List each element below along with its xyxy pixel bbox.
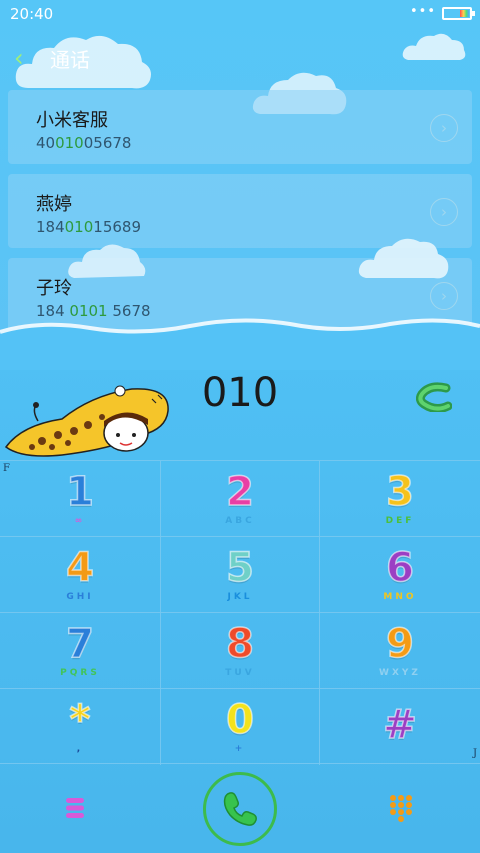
status-time: 20:40 (10, 5, 54, 23)
key-letters: MNO (383, 592, 417, 602)
key-4[interactable]: 4 GHI (0, 537, 160, 613)
key-9[interactable]: 9 WXYZ (320, 613, 480, 689)
phone-screen: 20:40 ••• ‹ 通话 小米客服 4001005678 › 燕婷 1840… (0, 0, 480, 853)
battery-icon (442, 7, 475, 20)
chevron-right-icon[interactable]: › (430, 282, 458, 310)
key-3[interactable]: 3 DEF (320, 461, 480, 537)
keypad-icon[interactable] (389, 794, 413, 822)
key-0[interactable]: 0 + (160, 689, 320, 765)
cloud-decoration (68, 244, 146, 278)
key-1[interactable]: 1 ∞ (0, 461, 160, 537)
key-digit: 7 (65, 621, 94, 667)
key-digit: 4 (65, 545, 94, 591)
key-5[interactable]: 5 JKL (160, 537, 320, 613)
number-match-highlight: 010 (64, 218, 94, 236)
keypad-row: 7 PQRS 8 TUV 9 WXYZ (0, 612, 480, 689)
header: ‹ 通话 (14, 40, 90, 76)
signal-dots: ••• (409, 4, 436, 19)
key-letters: + (234, 744, 246, 754)
keypad-row: * , 0 + # (0, 688, 480, 765)
contact-suggestion-list: 小米客服 4001005678 › 燕婷 18401015689 › 子玲 18… (8, 90, 472, 342)
wave-decoration (0, 318, 480, 370)
contact-number: 18401015689 (36, 218, 141, 236)
key-digit: 6 (385, 545, 414, 591)
key-letters: ABC (225, 516, 255, 526)
key-7[interactable]: 7 PQRS (0, 613, 160, 689)
key-digit: 0 (225, 697, 254, 743)
phone-icon (223, 792, 257, 826)
key-digit: 1 (65, 469, 94, 515)
key-letters: GHI (66, 592, 94, 602)
key-6[interactable]: 6 MNO (320, 537, 480, 613)
contact-name: 燕婷 (36, 194, 72, 215)
key-letters: , (76, 744, 84, 754)
keypad-row: 4 GHI 5 JKL 6 MNO (0, 536, 480, 613)
key-8[interactable]: 8 TUV (160, 613, 320, 689)
dialed-number-display: 010 (201, 370, 279, 416)
cloud-decoration (402, 33, 466, 60)
status-bar: 20:40 ••• (0, 0, 480, 28)
key-letters: JKL (227, 592, 253, 602)
contact-name: 小米客服 (36, 110, 108, 131)
number-match-highlight: 010 (55, 134, 84, 152)
dial-keypad: 1 ∞ 2 ABC 3 DEF 4 GHI 5 JKL 6 MNO 7 PQRS… (0, 460, 480, 765)
key-digit: # (382, 702, 417, 748)
chevron-left-icon[interactable]: ‹ (14, 44, 42, 72)
key-digit: 2 (225, 469, 254, 515)
key-digit: * (69, 697, 91, 743)
menu-icon[interactable] (66, 798, 84, 818)
contact-number: 4001005678 (36, 134, 132, 152)
contact-item[interactable]: 小米客服 4001005678 › (8, 90, 472, 164)
backspace-icon[interactable] (416, 382, 452, 412)
key-letters: WXYZ (379, 668, 421, 678)
key-star[interactable]: * , (0, 689, 160, 765)
key-letters: DEF (385, 516, 415, 526)
key-letters: TUV (225, 668, 255, 678)
key-digit: 9 (385, 621, 414, 667)
keypad-row: 1 ∞ 2 ABC 3 DEF (0, 460, 480, 537)
call-button[interactable] (203, 772, 277, 846)
key-digit: 5 (225, 545, 254, 591)
key-letters: PQRS (60, 668, 100, 678)
cloud-decoration (358, 238, 449, 279)
key-digit: 8 (225, 621, 254, 667)
bottom-action-bar (0, 763, 480, 853)
key-hash[interactable]: # (320, 689, 480, 765)
chevron-right-icon[interactable]: › (430, 198, 458, 226)
key-2[interactable]: 2 ABC (160, 461, 320, 537)
page-title: 通话 (50, 47, 90, 72)
chevron-right-icon[interactable]: › (430, 114, 458, 142)
key-letters: ∞ (74, 516, 86, 526)
key-digit: 3 (385, 469, 414, 515)
